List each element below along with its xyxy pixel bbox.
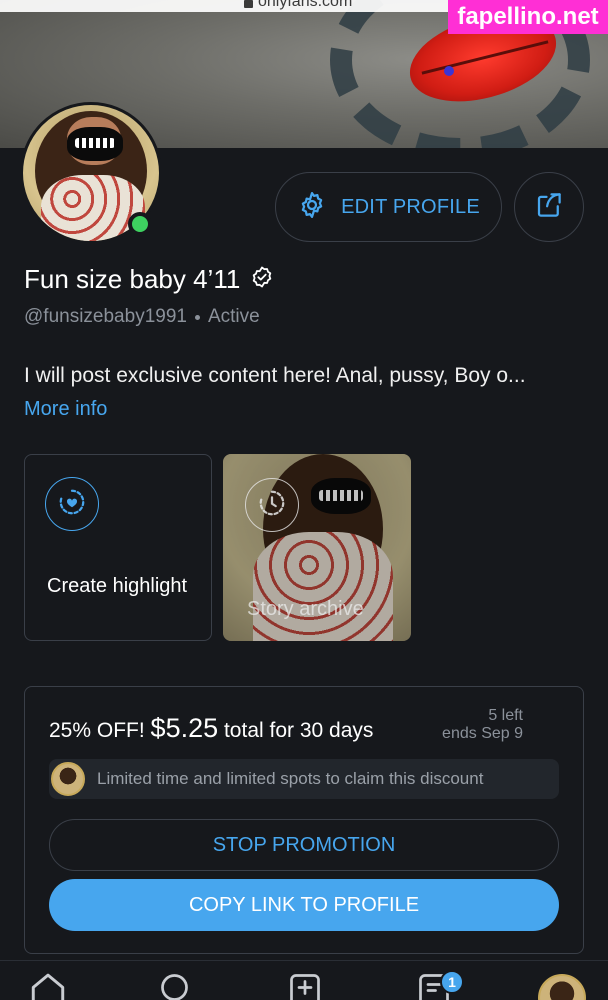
story-archive-label: Story archive	[247, 598, 364, 620]
avatar	[51, 762, 85, 796]
browser-url: onlyfans.com	[258, 0, 353, 10]
promotion-discount: 25% OFF!	[49, 719, 145, 742]
profile-name: Fun size baby 4’11	[24, 264, 241, 294]
create-highlight-card[interactable]: Create highlight	[24, 454, 212, 641]
promotion-title: 25% OFF! $5.25 total for 30 days	[49, 713, 373, 744]
copy-link-button[interactable]: COPY LINK TO PROFILE	[49, 879, 559, 931]
more-info-link[interactable]: More info	[24, 398, 107, 421]
share-icon	[534, 190, 564, 225]
profile-bio: I will post exclusive content here! Anal…	[24, 364, 526, 387]
promotion-spots-left: 5 left	[488, 707, 523, 724]
promotion-price: $5.25	[150, 713, 219, 743]
edit-profile-label: EDIT PROFILE	[341, 195, 480, 218]
promotion-availability: 5 left ends Sep 9	[442, 707, 523, 743]
share-profile-button[interactable]	[514, 172, 584, 242]
edit-profile-button[interactable]: EDIT PROFILE	[275, 172, 502, 242]
profile-status: Active	[207, 306, 260, 327]
story-archive-card[interactable]: Story archive	[223, 454, 411, 641]
profile-name-row: Fun size baby 4’11	[24, 264, 274, 295]
promotion-note-text: Limited time and limited spots to claim …	[97, 769, 484, 788]
promotion-note: Limited time and limited spots to claim …	[49, 759, 559, 799]
profile-handle: @funsizebaby1991	[24, 306, 187, 327]
stop-promotion-button[interactable]: STOP PROMOTION	[49, 819, 559, 871]
add-post-icon[interactable]	[287, 971, 323, 1000]
add-highlight-icon	[57, 487, 87, 522]
archive-clock-icon	[257, 488, 287, 523]
profile-handle-row: @funsizebaby1991 Active	[24, 306, 260, 328]
home-icon[interactable]	[28, 971, 68, 1000]
search-icon[interactable]	[158, 971, 194, 1000]
verified-icon	[250, 265, 274, 294]
promotion-card: 25% OFF! $5.25 total for 30 days 5 left …	[24, 686, 584, 954]
messages-badge: 1	[440, 970, 464, 994]
promotion-period: total for 30 days	[223, 719, 374, 742]
online-status-indicator	[128, 212, 152, 236]
separator-dot	[194, 314, 200, 320]
watermark: fapellino.net	[448, 0, 608, 34]
create-highlight-label: Create highlight	[47, 575, 188, 597]
promotion-end-date: ends Sep 9	[442, 725, 523, 742]
gear-icon	[297, 190, 327, 225]
lock-icon	[244, 0, 253, 8]
bottom-navigation	[0, 960, 608, 1000]
